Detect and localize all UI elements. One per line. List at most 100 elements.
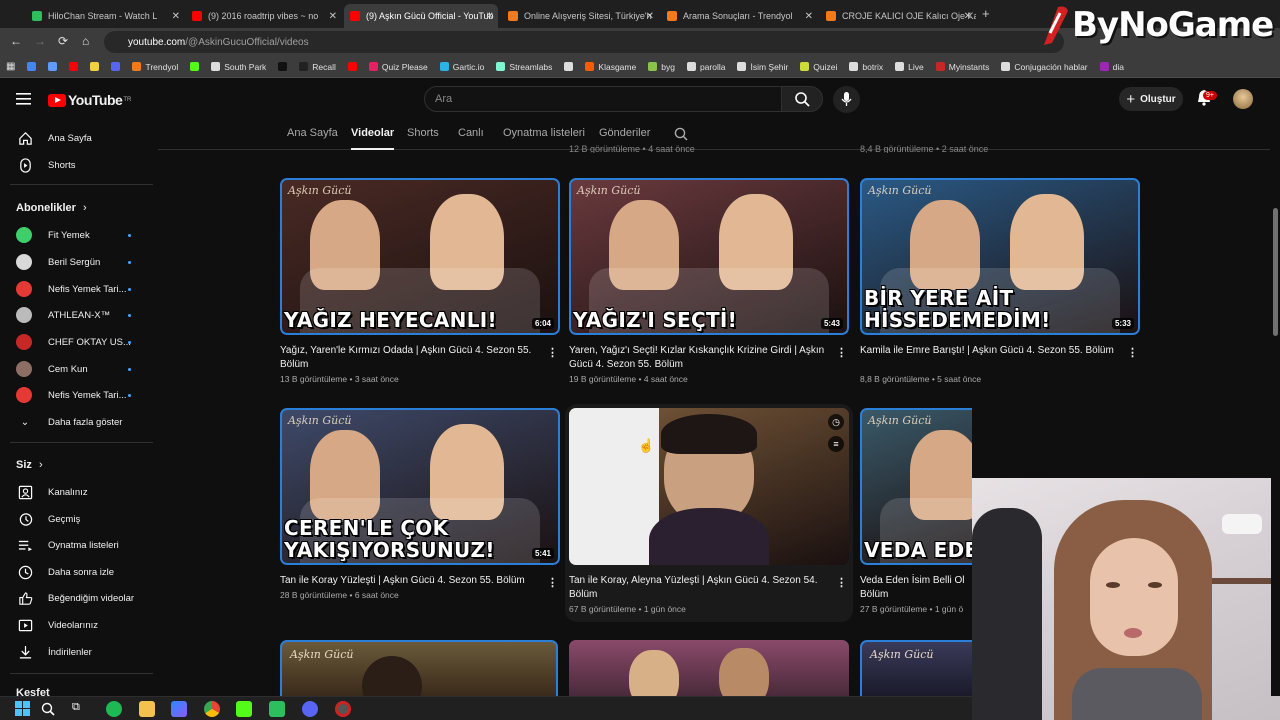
voice-search-button[interactable] — [833, 86, 860, 113]
bookmark-item[interactable]: İsim Şehir — [737, 62, 788, 72]
video-thumbnail[interactable]: Aşkın Gücü VEDA EDEN İSİM — [860, 408, 972, 565]
video-thumbnail[interactable] — [569, 640, 849, 696]
bookmark-item[interactable] — [48, 62, 61, 71]
bookmark-item[interactable]: Klasgame — [585, 62, 636, 72]
sidebar-item-playlists[interactable]: Oynatma listeleri — [16, 536, 119, 554]
page-scrollbar[interactable] — [1271, 120, 1280, 696]
bookmark-item[interactable] — [278, 62, 291, 71]
bookmark-item[interactable]: Quiz Please — [368, 62, 428, 72]
subscription-item[interactable]: Nefis Yemek Tari... — [16, 386, 127, 404]
youtube-logo[interactable]: YouTube TR — [48, 92, 131, 108]
sidebar-item-shorts[interactable]: Shorts — [16, 156, 75, 174]
sidebar-item-your-videos[interactable]: Videolarınız — [16, 616, 98, 634]
video-thumbnail[interactable]: ◷ ≡ — [569, 408, 849, 565]
bookmark-item[interactable]: botrix — [849, 62, 883, 72]
sidebar-item-downloads[interactable]: İndirilenler — [16, 643, 92, 661]
add-to-queue-icon[interactable]: ≡ — [828, 436, 844, 452]
search-button[interactable] — [781, 86, 823, 112]
reload-icon[interactable]: ⟳ — [58, 34, 68, 48]
obs-icon[interactable] — [335, 701, 351, 717]
spotify-icon[interactable] — [106, 701, 122, 717]
browser-tab[interactable]: (9) Aşkın Gücü Official - YouTub ✕ — [344, 4, 498, 28]
bookmark-item[interactable]: dia — [1099, 62, 1124, 72]
bookmark-item[interactable] — [111, 62, 124, 71]
windows-start-icon[interactable] — [15, 701, 30, 716]
file-explorer-icon[interactable] — [139, 701, 155, 717]
video-thumbnail[interactable]: Aşkın Gücü — [860, 640, 972, 696]
more-actions-icon[interactable]: ⋮ — [836, 346, 847, 359]
subscription-item[interactable]: CHEF OKTAY US... — [16, 333, 131, 351]
browser-tab[interactable]: Arama Sonuçları - Trendyol ✕ — [661, 4, 817, 28]
forward-icon[interactable]: → — [34, 34, 46, 48]
you-header[interactable]: Siz › — [16, 459, 43, 471]
video-thumbnail[interactable]: Aşkın Gücü YAĞIZ HEYECANLI! 6:04 — [280, 178, 560, 335]
video-title[interactable]: Yağız, Yaren'le Kırmızı Odada | Aşkın Gü… — [280, 344, 540, 372]
bookmark-item[interactable]: Recall — [299, 62, 336, 72]
close-tab-icon[interactable]: ✕ — [486, 11, 494, 22]
sidebar-item-like[interactable]: Beğendiğim videolar — [16, 589, 134, 607]
show-more-button[interactable]: ⌄ Daha fazla göster — [16, 413, 123, 431]
video-thumbnail[interactable]: Aşkın Gücü CEREN'LE ÇOK YAKIŞIYORSUNUZ! … — [280, 408, 560, 565]
close-tab-icon[interactable]: ✕ — [964, 11, 972, 22]
chrome-icon[interactable] — [204, 701, 220, 717]
sidebar-item-history[interactable]: Geçmiş — [16, 510, 80, 528]
sidebar-item-channel[interactable]: Kanalınız — [16, 483, 88, 501]
menu-icon[interactable] — [16, 92, 32, 106]
sidebar-item-watch-later[interactable]: Daha sonra izle — [16, 563, 114, 581]
close-tab-icon[interactable]: ✕ — [646, 11, 654, 22]
scrollbar-thumb[interactable] — [1273, 208, 1278, 336]
create-button[interactable]: + Oluştur — [1119, 87, 1183, 111]
channel-tab[interactable]: Ana Sayfa — [287, 127, 338, 139]
browser-tab[interactable]: (9) 2016 roadtrip vibes ~ no ✕ — [186, 4, 341, 28]
channel-tab[interactable]: Shorts — [407, 127, 439, 139]
channel-tab[interactable]: Videolar — [351, 127, 395, 150]
close-tab-icon[interactable]: ✕ — [329, 11, 337, 22]
video-title[interactable]: Kamila ile Emre Barıştı! | Aşkın Gücü 4.… — [860, 344, 1120, 358]
apps-icon[interactable]: ▦ — [6, 61, 15, 72]
subscription-item[interactable]: Cem Kun — [16, 360, 88, 378]
bookmark-item[interactable]: Streamlabs — [496, 62, 552, 72]
video-thumbnail[interactable]: Aşkın Gücü BİR YERE AİT HİSSEDEMEDİM! 5:… — [860, 178, 1140, 335]
video-title-continued[interactable]: Bölüm — [860, 588, 972, 602]
app-icon[interactable] — [269, 701, 285, 717]
bookmark-item[interactable]: Quizei — [800, 62, 837, 72]
new-tab-button[interactable]: + — [982, 6, 990, 21]
bookmark-item[interactable] — [190, 62, 203, 71]
channel-search-icon[interactable] — [674, 127, 688, 141]
bookmark-item[interactable]: South Park — [211, 62, 266, 72]
more-actions-icon[interactable]: ⋮ — [836, 576, 847, 589]
video-title[interactable]: Veda Eden İsim Belli Ol — [860, 574, 972, 588]
close-tab-icon[interactable]: ✕ — [805, 11, 813, 22]
bookmark-item[interactable]: Myinstants — [935, 62, 989, 72]
bookmark-item[interactable]: byg — [648, 62, 675, 72]
more-actions-icon[interactable]: ⋮ — [1127, 346, 1138, 359]
video-thumbnail[interactable]: Aşkın Gücü YAĞIZ'I SEÇTİ! 5:43 — [569, 178, 849, 335]
sidebar-item-home[interactable]: Ana Sayfa — [16, 129, 92, 147]
bookmark-item[interactable] — [69, 62, 82, 71]
task-view-icon[interactable]: ⧉ — [72, 701, 88, 717]
video-title[interactable]: Tan ile Koray Yüzleşti | Aşkın Gücü 4. S… — [280, 574, 540, 588]
home-icon[interactable]: ⌂ — [82, 34, 89, 48]
more-actions-icon[interactable]: ⋮ — [547, 346, 558, 359]
bookmark-item[interactable]: Conjugación hablar — [1001, 62, 1088, 72]
kick-icon[interactable] — [236, 701, 252, 717]
subscription-item[interactable]: ATHLEAN-X™ — [16, 306, 110, 324]
subscription-item[interactable]: Fit Yemek — [16, 226, 90, 244]
browser-tab[interactable]: CROJE KALICI OJE Kalıcı Oje Ka ✕ — [820, 4, 976, 28]
app-icon[interactable] — [171, 701, 187, 717]
video-thumbnail[interactable]: Aşkın Gücü — [280, 640, 558, 696]
back-icon[interactable]: ← — [10, 34, 22, 48]
watch-later-icon[interactable]: ◷ — [828, 414, 844, 430]
taskbar-search-icon[interactable] — [41, 702, 55, 716]
bookmark-item[interactable] — [27, 62, 40, 71]
discord-icon[interactable] — [302, 701, 318, 717]
bookmark-item[interactable] — [347, 62, 361, 71]
search-input[interactable]: Ara — [424, 86, 782, 112]
browser-tab[interactable]: Online Alışveriş Sitesi, Türkiye'n ✕ — [502, 4, 658, 28]
bookmark-item[interactable] — [90, 62, 103, 71]
bookmark-item[interactable]: parolla — [686, 62, 725, 72]
subscription-item[interactable]: Nefis Yemek Tari... — [16, 280, 127, 298]
channel-tab[interactable]: Oynatma listeleri — [503, 127, 585, 139]
video-card[interactable]: ◷ ≡ Tan ile Koray, Aleyna Yüzleşti | Aşkı… — [569, 408, 849, 618]
address-bar[interactable]: youtube.com/@AskinGucuOfficial/videos — [104, 31, 1064, 53]
